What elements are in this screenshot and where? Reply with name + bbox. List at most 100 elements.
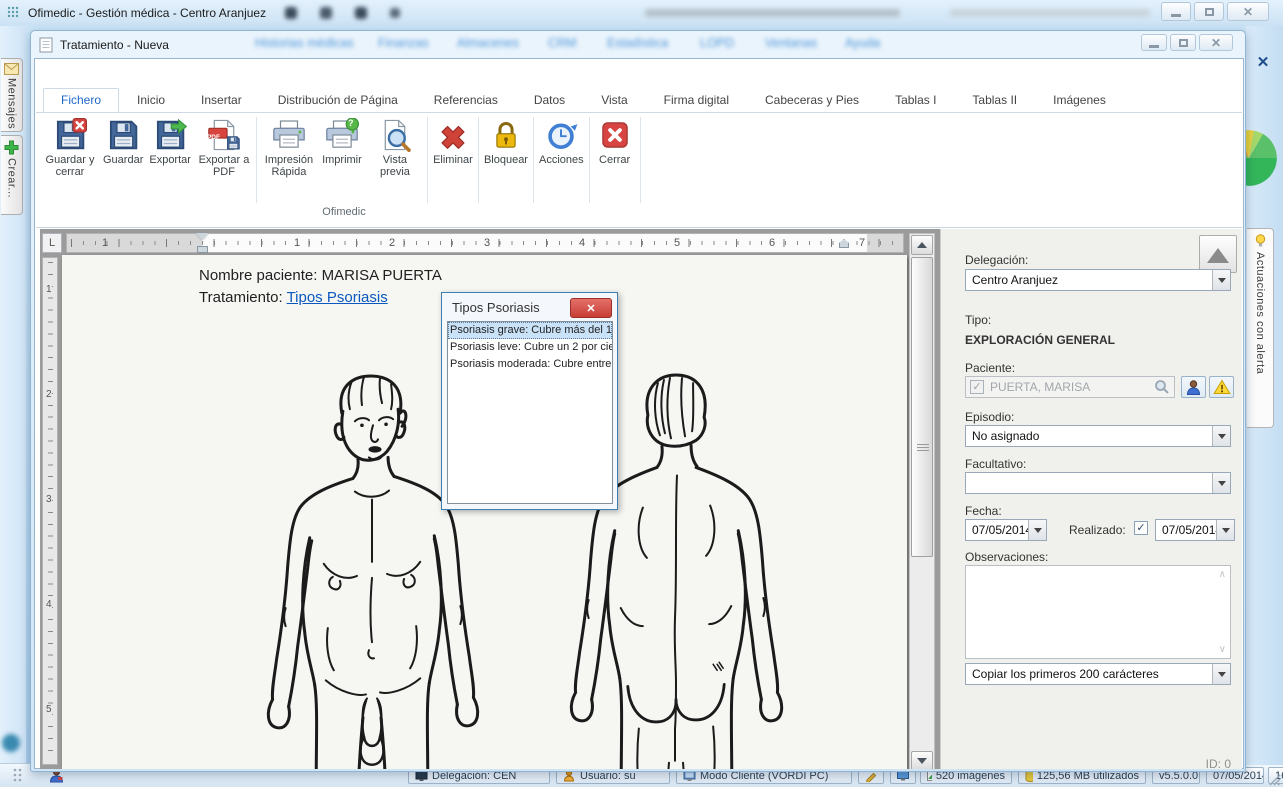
tab-firma-digital[interactable]: Firma digital (646, 88, 747, 113)
sidebar-tab-crear[interactable]: Crear... (1, 135, 23, 215)
popup-close-button[interactable]: ✕ (570, 298, 612, 318)
search-icon[interactable] (1154, 379, 1170, 395)
facultativo-label: Facultativo: (965, 457, 1026, 471)
treatment-link[interactable]: Tipos Psoriasis (287, 289, 388, 306)
ribbon-separator (478, 117, 479, 203)
close-icon: ✕ (1243, 6, 1253, 18)
ribbon-separator (533, 117, 534, 203)
cerrar-button[interactable]: Cerrar (592, 115, 638, 166)
scroll-up-button[interactable] (911, 235, 933, 255)
impresion-rapida-button[interactable]: Impresión Rápida (259, 115, 319, 178)
realizado-checkbox[interactable]: ✓ (1134, 521, 1148, 535)
eliminar-button[interactable]: Eliminar (430, 115, 476, 166)
vertical-ruler: 1 2 3 4 5 (42, 257, 58, 765)
app-maximize-button[interactable] (1194, 2, 1224, 21)
tab-tablas-1[interactable]: Tablas I (877, 88, 954, 113)
acciones-button[interactable]: Acciones (536, 115, 587, 166)
tab-vista[interactable]: Vista (583, 88, 645, 113)
plus-icon (4, 140, 19, 155)
vertical-scrollbar[interactable] (909, 233, 935, 769)
tab-fichero[interactable]: Fichero (43, 88, 119, 113)
realizado-fecha-select[interactable]: 07/05/2014 (1155, 519, 1235, 541)
bloquear-button[interactable]: Bloquear (481, 115, 531, 166)
tab-imagenes[interactable]: Imágenes (1035, 88, 1124, 113)
blurred-background (390, 8, 400, 18)
window-restore-button[interactable] (1170, 34, 1196, 51)
vertical-scroll-thumb[interactable] (911, 257, 933, 557)
indent-marker-top[interactable] (196, 233, 208, 246)
fecha-select[interactable]: 07/05/2014 (965, 519, 1047, 541)
blurred-background (645, 9, 900, 17)
sidebar-tab-mensajes[interactable]: Mensajes (1, 58, 23, 132)
chevron-down-icon[interactable] (1212, 270, 1230, 290)
list-item[interactable]: Psoriasis moderada: Cubre entre (448, 356, 612, 373)
exportar-button[interactable]: Exportar (146, 115, 194, 166)
tab-label: Actuaciones con alerta (1254, 252, 1266, 374)
tab-actuaciones-con-alerta[interactable]: Actuaciones con alerta (1247, 228, 1274, 428)
collapse-panel-button[interactable] (1199, 235, 1237, 273)
episodio-select[interactable]: No asignado (965, 425, 1231, 447)
envelope-icon (4, 63, 19, 75)
lock-icon (489, 118, 523, 152)
tipo-value: EXPLORACIÓN GENERAL (965, 333, 1115, 347)
tab-cabeceras-pies[interactable]: Cabeceras y Pies (747, 88, 877, 113)
app-title: Ofimedic - Gestión médica - Centro Aranj… (28, 6, 266, 20)
window-minimize-button[interactable] (1141, 34, 1167, 51)
ribbon-separator (427, 117, 428, 203)
ruler-corner-button[interactable]: L (42, 233, 62, 253)
vista-previa-button[interactable]: Vista previa (365, 115, 425, 178)
fecha-label: Fecha: (965, 504, 1002, 518)
app-close-button[interactable]: ✕ (1227, 2, 1269, 21)
chevron-down-icon[interactable] (1216, 520, 1234, 540)
save-close-icon (53, 118, 87, 152)
list-item[interactable]: Psoriasis leve: Cubre un 2 por cie (448, 339, 612, 356)
sidebar-tab-label: Crear... (6, 158, 18, 198)
exportar-pdf-button[interactable]: PDF Exportar a PDF (194, 115, 254, 178)
scroll-up-hint-icon: ∧ (1219, 569, 1226, 580)
person-icon (1185, 379, 1202, 396)
document-area: L 1 1 2 3 4 5 6 7 (40, 229, 940, 769)
psoriasis-listbox[interactable]: Psoriasis grave: Cubre más del 1 Psorias… (447, 321, 613, 504)
tab-distribucion-pagina[interactable]: Distribución de Página (260, 88, 416, 113)
sidebar-tab-label: Mensajes (6, 78, 18, 129)
ribbon-separator (589, 117, 590, 203)
save-icon (106, 118, 140, 152)
left-dock: Mensajes Crear... (0, 26, 26, 765)
list-item[interactable]: Psoriasis grave: Cubre más del 1 (448, 322, 612, 339)
patient-info-button[interactable] (1181, 376, 1206, 398)
minimize-icon (1171, 14, 1181, 17)
tab-datos[interactable]: Datos (516, 88, 583, 113)
resize-grip-icon[interactable] (1268, 773, 1281, 786)
tab-referencias[interactable]: Referencias (416, 88, 516, 113)
patient-alert-button[interactable] (1209, 376, 1234, 398)
window-close-button[interactable]: ✕ (1199, 34, 1233, 51)
tratamiento-window: Tratamiento - Nueva ✕ Fichero Inicio Ins… (30, 30, 1246, 772)
chevron-down-icon[interactable] (1028, 520, 1046, 540)
observaciones-textarea[interactable]: ∧ ∨ (965, 565, 1231, 659)
realizado-label: Realizado: (1069, 523, 1126, 537)
triangle-down-icon (917, 758, 927, 769)
window-titlebar[interactable]: Tratamiento - Nueva ✕ (31, 31, 1245, 58)
scroll-down-button[interactable] (911, 751, 933, 769)
observaciones-label: Observaciones: (965, 550, 1048, 564)
guardar-y-cerrar-button[interactable]: Guardar y cerrar (40, 115, 100, 178)
triangle-up-icon (917, 237, 927, 248)
blurred-background (320, 7, 332, 19)
imprimir-button[interactable]: ? Imprimir (319, 115, 365, 166)
panel-close-button[interactable]: ✕ (1253, 52, 1273, 72)
indent-marker-bottom[interactable] (197, 246, 208, 253)
warning-icon (1213, 379, 1231, 395)
tab-insertar[interactable]: Insertar (183, 88, 260, 113)
facultativo-select[interactable] (965, 472, 1231, 494)
lightbulb-icon (1254, 234, 1267, 248)
copiar-select[interactable]: Copiar los primeros 200 carácteres (965, 663, 1231, 685)
chevron-down-icon[interactable] (1212, 473, 1230, 493)
delegacion-select[interactable]: Centro Aranjuez (965, 269, 1231, 291)
tab-inicio[interactable]: Inicio (119, 88, 183, 113)
tab-tablas-2[interactable]: Tablas II (954, 88, 1035, 113)
chevron-down-icon[interactable] (1212, 426, 1230, 446)
guardar-button[interactable]: Guardar (100, 115, 146, 166)
tipo-label: Tipo: (965, 313, 991, 327)
chevron-down-icon[interactable] (1212, 664, 1230, 684)
app-minimize-button[interactable] (1161, 2, 1191, 21)
